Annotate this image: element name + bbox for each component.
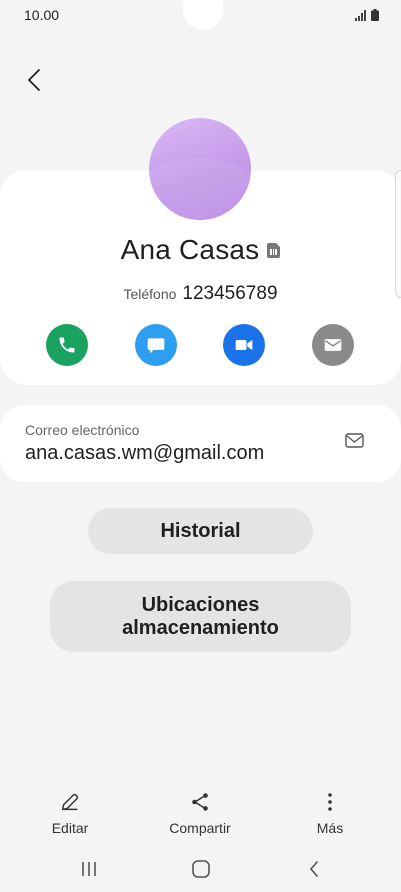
back-button[interactable] — [20, 64, 48, 96]
share-button[interactable]: Compartir — [155, 790, 245, 840]
signal-icon — [355, 10, 366, 21]
storage-label-line2: almacenamiento — [122, 616, 279, 639]
navigation-bar — [0, 848, 401, 892]
message-icon — [147, 338, 165, 354]
video-call-button[interactable] — [223, 324, 265, 366]
video-icon — [235, 340, 253, 350]
status-time: 10.00 — [24, 7, 60, 23]
home-icon — [192, 860, 210, 878]
email-label: Correo electrónico — [25, 422, 140, 438]
pencil-icon — [61, 793, 79, 811]
message-button[interactable] — [135, 324, 177, 366]
email-button[interactable] — [312, 324, 354, 366]
scroll-indicator — [395, 170, 401, 298]
history-button[interactable]: Historial — [88, 508, 313, 554]
sim-card-icon — [267, 242, 281, 258]
more-button[interactable]: Más — [285, 790, 375, 840]
phone-icon — [59, 337, 75, 353]
nav-back-button[interactable] — [299, 858, 329, 880]
email-value: ana.casas.wm@gmail.com — [25, 442, 265, 464]
battery-icon — [371, 9, 379, 21]
storage-label-line1: Ubicaciones — [141, 593, 260, 616]
share-label: Compartir — [169, 820, 231, 836]
more-vertical-icon — [328, 793, 332, 811]
call-button[interactable] — [46, 324, 88, 366]
chevron-left-icon — [28, 69, 40, 91]
phone-label: Teléfono — [123, 286, 177, 302]
nav-back-icon — [309, 861, 318, 877]
edit-button[interactable]: Editar — [25, 790, 115, 840]
home-button[interactable] — [186, 858, 216, 880]
mail-outline-icon[interactable] — [344, 432, 366, 450]
history-label: Historial — [160, 519, 241, 542]
phone-number: 123456789 — [182, 283, 278, 304]
recent-apps-icon — [82, 862, 96, 876]
contact-name: Ana Casas — [120, 234, 260, 265]
phone-row[interactable]: Teléfono 123456789 — [0, 283, 401, 305]
share-icon — [192, 793, 208, 811]
storage-locations-button[interactable]: Ubicaciones almacenamiento — [50, 581, 351, 652]
edit-label: Editar — [51, 820, 89, 836]
avatar[interactable] — [149, 118, 251, 220]
more-label: Más — [316, 820, 344, 836]
status-icons — [355, 9, 379, 21]
camera-notch — [183, 0, 223, 30]
recent-apps-button[interactable] — [74, 858, 104, 880]
contact-name-row: Ana Casas — [0, 234, 401, 266]
mail-icon — [324, 339, 342, 351]
status-bar: 10.00 — [0, 0, 401, 30]
